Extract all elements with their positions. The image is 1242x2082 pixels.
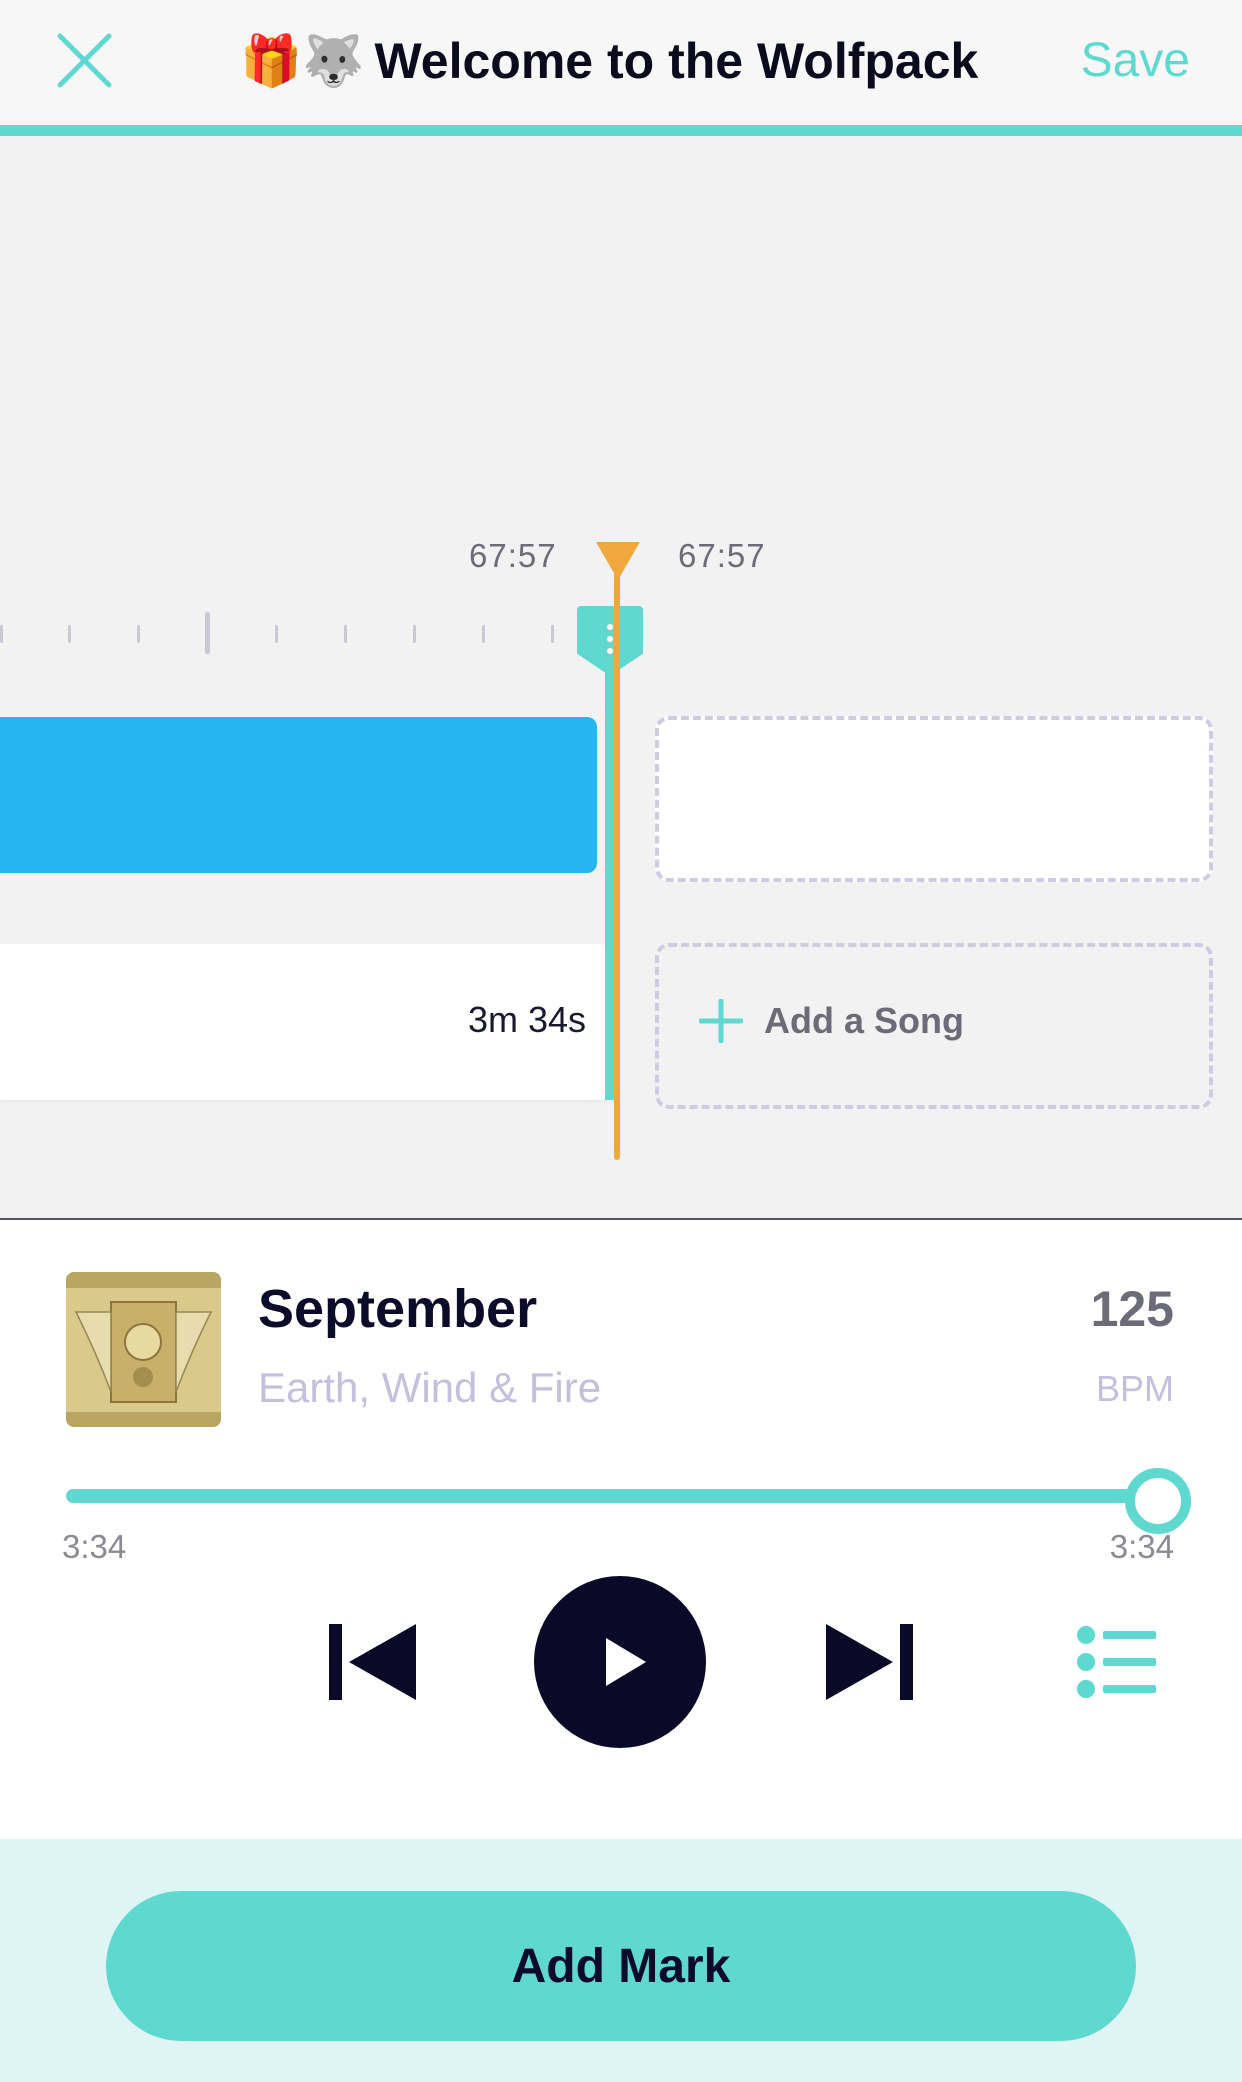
- queue-button[interactable]: [1076, 1625, 1158, 1700]
- close-button[interactable]: [52, 28, 117, 93]
- time-marker-right: 67:57: [678, 537, 766, 574]
- handle-grip-dot: [607, 624, 613, 630]
- header-divider: [0, 125, 1242, 136]
- bpm-value: 125: [1090, 1281, 1174, 1337]
- artist-name: Earth, Wind & Fire: [258, 1364, 602, 1411]
- ruler-tick: [137, 625, 140, 643]
- song-title: September: [258, 1279, 538, 1339]
- close-icon: [57, 33, 112, 88]
- current-song-block[interactable]: 3m 34s: [0, 944, 610, 1100]
- previous-track-block[interactable]: [0, 717, 597, 873]
- ruler-tick: [68, 625, 71, 643]
- skip-next-icon: [826, 1624, 913, 1700]
- playhead-line[interactable]: [614, 560, 620, 1160]
- song-duration: 3m 34s: [467, 999, 586, 1040]
- album-art-image: [66, 1272, 221, 1427]
- add-mark-label: Add Mark: [511, 1939, 731, 1993]
- ruler-tick: [275, 625, 278, 643]
- handle-grip-dot: [607, 636, 613, 642]
- elapsed-time: 3:34: [62, 1528, 127, 1565]
- time-marker-left: 67:57: [469, 537, 557, 574]
- ruler-tick: [482, 625, 485, 643]
- playhead-triangle-icon[interactable]: [596, 542, 640, 580]
- gift-wolf-emoji-icon: 🎁🐺: [240, 32, 365, 90]
- album-art: [66, 1272, 221, 1427]
- progress-knob[interactable]: [1125, 1468, 1191, 1534]
- ruler-tick: [413, 625, 416, 643]
- progress-bar[interactable]: [66, 1489, 1152, 1503]
- total-time: 3:34: [1109, 1528, 1174, 1565]
- skip-previous-icon: [329, 1624, 416, 1700]
- ruler-tick: [551, 625, 554, 643]
- ruler-tick-major: [205, 612, 210, 654]
- plus-icon: [699, 999, 743, 1043]
- page-title: 🎁🐺 Welcome to the Wolfpack: [240, 30, 1020, 92]
- save-button[interactable]: Save: [1050, 28, 1190, 93]
- ruler-tick: [0, 625, 3, 643]
- bpm-label: BPM: [1095, 1368, 1174, 1409]
- handle-grip-dot: [607, 648, 613, 654]
- ruler-tick: [344, 625, 347, 643]
- previous-button[interactable]: [325, 1622, 420, 1702]
- play-button[interactable]: [534, 1576, 706, 1748]
- playlist-title: Welcome to the Wolfpack: [374, 33, 979, 89]
- add-song-button[interactable]: Add a Song: [655, 943, 1213, 1109]
- empty-track-slot[interactable]: [655, 716, 1213, 882]
- drag-handle[interactable]: [577, 606, 643, 676]
- next-button[interactable]: [822, 1622, 917, 1702]
- play-icon: [606, 1638, 646, 1686]
- list-icon: [1077, 1626, 1156, 1698]
- add-song-label: Add a Song: [764, 1000, 964, 1041]
- add-mark-button[interactable]: Add Mark: [106, 1891, 1136, 2041]
